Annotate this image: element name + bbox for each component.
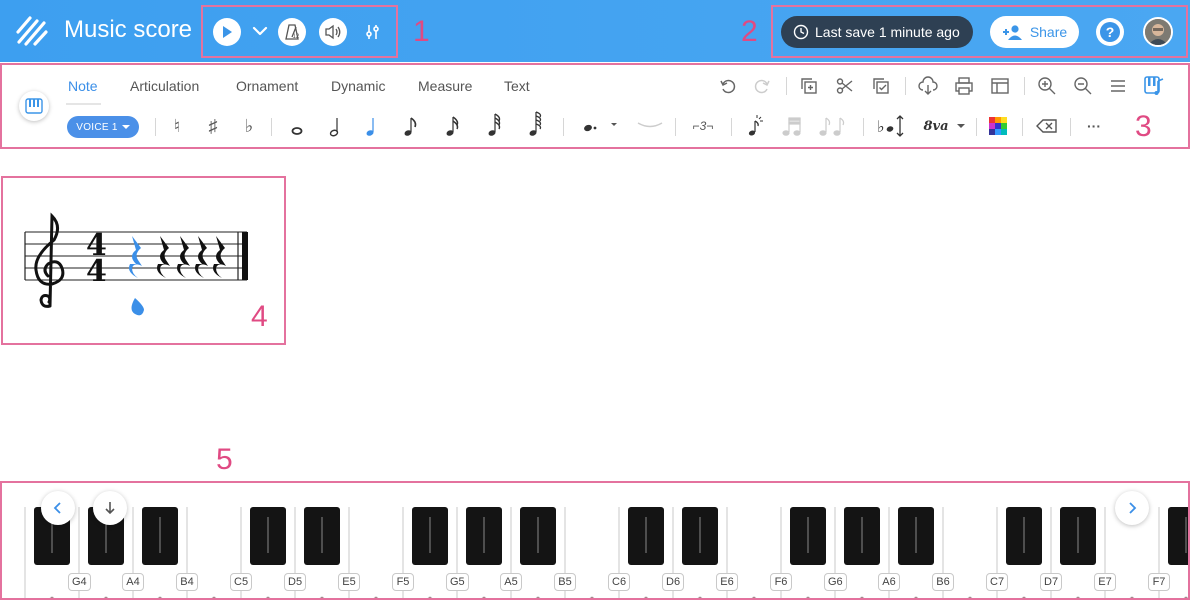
annotation-box-4 — [1, 176, 286, 345]
app-title: Music score — [64, 16, 193, 43]
annotation-label-2: 2 — [741, 15, 758, 48]
annotation-box-1 — [201, 5, 398, 58]
annotation-label-1: 1 — [413, 15, 430, 48]
annotation-label-4: 4 — [251, 300, 268, 333]
annotation-box-5 — [0, 481, 1190, 600]
annotation-box-2 — [771, 5, 1188, 58]
annotation-box-3 — [0, 63, 1190, 149]
annotation-label-3: 3 — [1135, 110, 1152, 143]
app-logo-icon[interactable] — [16, 14, 48, 46]
music-score-app: Music score 1 2 Last save 1 minute ago Sh… — [0, 0, 1190, 600]
annotation-label-5: 5 — [216, 443, 233, 476]
